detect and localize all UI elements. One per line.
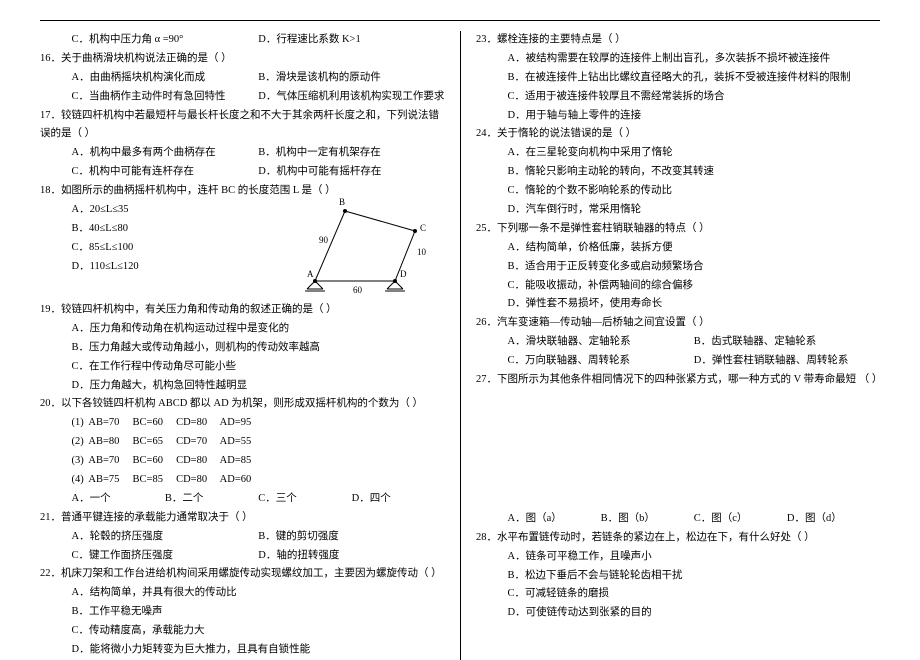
q24-opt-d: D．汽车倒行时，常采用惰轮 bbox=[476, 201, 880, 220]
q16-opt-b: B．滑块是该机构的原动件 bbox=[258, 69, 381, 88]
q22-opt-a: A．结构简单，并具有很大的传动比 bbox=[40, 584, 445, 603]
q21-row1: A．轮毂的挤压强度 B．键的剪切强度 bbox=[40, 528, 445, 547]
q24-stem: 24．关于惰轮的说法错误的是（ ） bbox=[476, 125, 880, 144]
q25-stem: 25．下列哪一条不是弹性套柱销联轴器的特点（ ） bbox=[476, 220, 880, 239]
label-C: C bbox=[420, 223, 426, 233]
q21-opt-b: B．键的剪切强度 bbox=[258, 528, 339, 547]
q25-opt-d: D．弹性套不易损坏，使用寿命长 bbox=[476, 295, 880, 314]
q20-row3: (3) AB=70 BC=60 CD=80 AD=85 bbox=[40, 452, 445, 471]
label-90: 90 bbox=[319, 235, 329, 245]
q17-opt-c: C．机构中可能有连杆存在 bbox=[72, 163, 259, 182]
q27-opt-d: D．图（d） bbox=[787, 510, 880, 529]
q19-opt-b: B．压力角越大或传动角越小，则机构的传动效率越高 bbox=[40, 339, 445, 358]
q27-opt-b: B．图（b） bbox=[601, 510, 694, 529]
q16-opt-a: A．由曲柄摇块机构演化而成 bbox=[72, 69, 259, 88]
q17-opt-a: A．机构中最多有两个曲柄存在 bbox=[72, 144, 259, 163]
q20-row2: (2) AB=80 BC=65 CD=70 AD=55 bbox=[40, 433, 445, 452]
q24-opt-c: C．惰轮的个数不影响轮系的传动比 bbox=[476, 182, 880, 201]
q19-opt-d: D．压力角越大，机构急回特性越明显 bbox=[40, 377, 445, 396]
q17-row1: A．机构中最多有两个曲柄存在 B．机构中一定有机架存在 bbox=[40, 144, 445, 163]
q18-block: 18．如图所示的曲柄摇杆机构中，连杆 BC 的长度范围 L 是（ ） A D B… bbox=[40, 182, 445, 301]
label-A: A bbox=[307, 269, 314, 279]
q17-row2: C．机构中可能有连杆存在 D．机构中可能有摇杆存在 bbox=[40, 163, 445, 182]
q15-options-cd: C．机构中压力角 α =90° D．行程速比系数 K>1 bbox=[40, 31, 445, 50]
q19-stem: 19．铰链四杆机构中，有关压力角和传动角的叙述正确的是（ ） bbox=[40, 301, 445, 320]
q20-opt-d: D．四个 bbox=[352, 490, 445, 509]
q17-stem: 17．铰链四杆机构中若最短杆与最长杆长度之和不大于其余两杆长度之和，下列说法错误… bbox=[40, 107, 445, 145]
q20-opts: A．一个 B．二个 C．三个 D．四个 bbox=[40, 490, 445, 509]
q16-row1: A．由曲柄摇块机构演化而成 B．滑块是该机构的原动件 bbox=[40, 69, 445, 88]
q28-opt-b: B．松边下垂后不会与链轮轮齿相干扰 bbox=[476, 567, 880, 586]
q27-figure-placeholder bbox=[476, 390, 880, 510]
q22-opt-b: B．工作平稳无噪声 bbox=[40, 603, 445, 622]
q28-stem: 28．水平布置链传动时，若链条的紧边在上，松边在下，有什么好处（ ） bbox=[476, 529, 880, 548]
q18-diagram: A D B C 10 90 60 bbox=[285, 191, 445, 301]
q28-opt-a: A．链条可平稳工作，且噪声小 bbox=[476, 548, 880, 567]
q27-opt-a: A．图（a） bbox=[508, 510, 601, 529]
q26-stem: 26．汽车变速箱—传动轴—后桥轴之间宜设置（ ） bbox=[476, 314, 880, 333]
q16-row2: C．当曲柄作主动件时有急回特性 D．气体压缩机利用该机构实现工作要求 bbox=[40, 88, 445, 107]
q25-opt-c: C．能吸收振动，补偿两轴间的综合偏移 bbox=[476, 277, 880, 296]
label-D: D bbox=[400, 269, 407, 279]
label-B: B bbox=[339, 197, 345, 207]
q23-opt-a: A．被结构需要在较厚的连接件上制出盲孔，多次装拆不损坏被连接件 bbox=[476, 50, 880, 69]
q22-stem: 22．机床刀架和工作台进给机构间采用螺旋传动实现螺纹加工，主要因为螺旋传动（ ） bbox=[40, 565, 445, 584]
q27-stem: 27．下图所示为其他条件相同情况下的四种张紧方式，哪一种方式的 V 带寿命最短 … bbox=[476, 371, 880, 390]
q23-opt-c: C．适用于被连接件较厚且不需经常装拆的场合 bbox=[476, 88, 880, 107]
q21-stem: 21．普通平键连接的承载能力通常取决于（ ） bbox=[40, 509, 445, 528]
q23-opt-b: B．在被连接件上钻出比螺纹直径略大的孔，装拆不受被连接件材料的限制 bbox=[476, 69, 880, 88]
q21-opt-d: D．轴的扭转强度 bbox=[258, 547, 339, 566]
q16-opt-d: D．气体压缩机利用该机构实现工作要求 bbox=[258, 88, 444, 107]
q24-opt-b: B．惰轮只影响主动轮的转向，不改变其转速 bbox=[476, 163, 880, 182]
q15-opt-c: C．机构中压力角 α =90° bbox=[72, 31, 259, 50]
q28-opt-d: D．可使链传动达到张紧的目的 bbox=[476, 604, 880, 623]
q17-opt-b: B．机构中一定有机架存在 bbox=[258, 144, 381, 163]
q27-opts: A．图（a） B．图（b） C．图（c） D．图（d） bbox=[476, 510, 880, 529]
q20-opt-c: C．三个 bbox=[258, 490, 351, 509]
right-column: 23．螺栓连接的主要特点是（ ） A．被结构需要在较厚的连接件上制出盲孔，多次装… bbox=[460, 31, 880, 660]
q26-opt-c: C．万向联轴器、周转轮系 bbox=[508, 352, 694, 371]
q17-opt-d: D．机构中可能有摇杆存在 bbox=[258, 163, 381, 182]
q16-stem: 16．关于曲柄滑块机构说法正确的是（ ） bbox=[40, 50, 445, 69]
q22-opt-d: D．能将微小力矩转变为巨大推力，且具有自锁性能 bbox=[40, 641, 445, 660]
q21-row2: C．键工作面挤压强度 D．轴的扭转强度 bbox=[40, 547, 445, 566]
label-10: 10 bbox=[417, 247, 427, 257]
q15-opt-d: D．行程速比系数 K>1 bbox=[258, 31, 360, 50]
q23-opt-d: D．用于轴与轴上零件的连接 bbox=[476, 107, 880, 126]
q19-opt-c: C．在工作行程中传动角尽可能小些 bbox=[40, 358, 445, 377]
q24-opt-a: A．在三星轮变向机构中采用了惰轮 bbox=[476, 144, 880, 163]
q25-opt-b: B．适合用于正反转变化多或启动频繁场合 bbox=[476, 258, 880, 277]
q21-opt-c: C．键工作面挤压强度 bbox=[72, 547, 259, 566]
q20-opt-b: B．二个 bbox=[165, 490, 258, 509]
q23-stem: 23．螺栓连接的主要特点是（ ） bbox=[476, 31, 880, 50]
q21-opt-a: A．轮毂的挤压强度 bbox=[72, 528, 259, 547]
q20-opt-a: A．一个 bbox=[72, 490, 165, 509]
left-column: C．机构中压力角 α =90° D．行程速比系数 K>1 16．关于曲柄滑块机构… bbox=[40, 31, 460, 660]
q20-row1: (1) AB=70 BC=60 CD=80 AD=95 bbox=[40, 414, 445, 433]
q19-opt-a: A．压力角和传动角在机构运动过程中是变化的 bbox=[40, 320, 445, 339]
q25-opt-a: A．结构简单，价格低廉，装拆方便 bbox=[476, 239, 880, 258]
q26-row2: C．万向联轴器、周转轮系 D．弹性套柱销联轴器、周转轮系 bbox=[476, 352, 880, 371]
q26-opt-b: B．齿式联轴器、定轴轮系 bbox=[694, 333, 817, 352]
q20-stem: 20．以下各铰链四杆机构 ABCD 都以 AD 为机架，则形成双摇杆机构的个数为… bbox=[40, 395, 445, 414]
q16-opt-c: C．当曲柄作主动件时有急回特性 bbox=[72, 88, 259, 107]
q27-opt-c: C．图（c） bbox=[694, 510, 787, 529]
q28-opt-c: C．可减轻链条的磨损 bbox=[476, 585, 880, 604]
label-60: 60 bbox=[353, 285, 363, 295]
q26-row1: A．滑块联轴器、定轴轮系 B．齿式联轴器、定轴轮系 bbox=[476, 333, 880, 352]
q22-opt-c: C．传动精度高，承载能力大 bbox=[40, 622, 445, 641]
q20-row4: (4) AB=75 BC=85 CD=80 AD=60 bbox=[40, 471, 445, 490]
q26-opt-d: D．弹性套柱销联轴器、周转轮系 bbox=[694, 352, 849, 371]
q26-opt-a: A．滑块联轴器、定轴轮系 bbox=[508, 333, 694, 352]
